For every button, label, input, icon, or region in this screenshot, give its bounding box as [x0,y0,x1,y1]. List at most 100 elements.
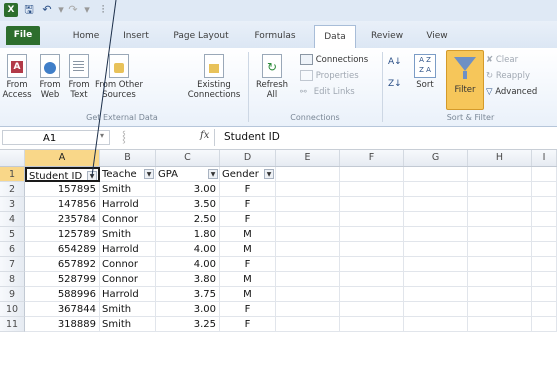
header-cell-gpa[interactable]: GPA ▼ [156,167,220,182]
customize-icon[interactable]: ⫶ [96,3,110,17]
cell-gender[interactable]: F [220,212,276,227]
column-header-d[interactable]: D [220,150,276,166]
empty-cell[interactable] [404,242,468,257]
empty-cell[interactable] [276,182,340,197]
sort-a-z-icon[interactable]: A↓ [388,56,402,68]
from-text-button[interactable]: From Text [66,54,92,100]
cell-student-id[interactable]: 528799 [25,272,100,287]
empty-cell[interactable] [468,227,532,242]
row-header[interactable]: 9 [0,287,25,302]
empty-cell[interactable] [276,167,340,182]
cell-teacher[interactable]: Connor [100,257,156,272]
empty-cell[interactable] [340,212,404,227]
redo-dropdown-icon[interactable]: ▾ [80,3,94,17]
empty-cell[interactable] [468,197,532,212]
cell-gpa[interactable]: 1.80 [156,227,220,242]
tab-data[interactable]: Data [314,25,356,48]
empty-cell[interactable] [276,242,340,257]
empty-cell[interactable] [468,212,532,227]
cell-gender[interactable]: F [220,302,276,317]
column-header-a[interactable]: A [25,150,100,166]
cell-gender[interactable]: F [220,257,276,272]
redo-icon[interactable]: ↷ [66,3,80,17]
function-icon[interactable]: fx [200,130,209,141]
from-access-button[interactable]: A From Access [2,54,32,100]
filter-dropdown-icon[interactable]: ▼ [144,169,154,179]
empty-cell[interactable] [532,272,557,287]
refresh-all-button[interactable]: ↻ Refresh All [254,54,290,100]
empty-cell[interactable] [468,182,532,197]
cell-gpa[interactable]: 2.50 [156,212,220,227]
empty-cell[interactable] [532,242,557,257]
column-header-f[interactable]: F [340,150,404,166]
empty-cell[interactable] [404,182,468,197]
clear-button[interactable]: ✘ Clear [486,54,518,66]
select-all-corner[interactable] [0,150,25,166]
column-header-g[interactable]: G [404,150,468,166]
empty-cell[interactable] [404,227,468,242]
column-header-e[interactable]: E [276,150,340,166]
row-header[interactable]: 8 [0,272,25,287]
cell-student-id[interactable]: 367844 [25,302,100,317]
cell-gpa[interactable]: 3.80 [156,272,220,287]
empty-cell[interactable] [468,257,532,272]
empty-cell[interactable] [532,257,557,272]
tab-view[interactable]: View [418,27,456,45]
name-box[interactable]: A1 [2,130,110,145]
cell-teacher[interactable]: Smith [100,182,156,197]
row-header[interactable]: 4 [0,212,25,227]
row-header[interactable]: 2 [0,182,25,197]
cell-student-id[interactable]: 235784 [25,212,100,227]
cell-student-id[interactable]: 147856 [25,197,100,212]
advanced-button[interactable]: ▽ Advanced [486,86,537,98]
header-cell-gender[interactable]: Gender ▼ [220,167,276,182]
header-cell-student-id[interactable]: Student ID ▼ [25,167,100,182]
empty-cell[interactable] [468,167,532,182]
tab-formulas[interactable]: Formulas [248,27,302,45]
empty-cell[interactable] [532,302,557,317]
edit-links-button[interactable]: ⚯ Edit Links [300,86,355,98]
reapply-button[interactable]: ↻ Reapply [486,70,530,82]
from-other-sources-button[interactable]: From Other Sources [94,54,144,100]
empty-cell[interactable] [404,212,468,227]
empty-cell[interactable] [340,227,404,242]
empty-cell[interactable] [468,242,532,257]
empty-cell[interactable] [404,257,468,272]
cell-gender[interactable]: F [220,317,276,332]
tab-file[interactable]: File [6,26,40,45]
row-header[interactable]: 5 [0,227,25,242]
tab-review[interactable]: Review [364,27,410,45]
save-icon[interactable]: 🖫 [22,3,36,17]
empty-cell[interactable] [276,317,340,332]
empty-cell[interactable] [340,242,404,257]
empty-cell[interactable] [532,227,557,242]
cell-student-id[interactable]: 125789 [25,227,100,242]
empty-cell[interactable] [404,167,468,182]
cell-teacher[interactable]: Harrold [100,242,156,257]
empty-cell[interactable] [276,197,340,212]
filter-dropdown-icon[interactable]: ▼ [87,171,97,180]
empty-cell[interactable] [404,272,468,287]
empty-cell[interactable] [340,287,404,302]
properties-button[interactable]: Properties [300,70,359,82]
empty-cell[interactable] [468,317,532,332]
empty-cell[interactable] [276,257,340,272]
empty-cell[interactable] [340,272,404,287]
empty-cell[interactable] [532,317,557,332]
cell-gender[interactable]: M [220,272,276,287]
cell-teacher[interactable]: Smith [100,227,156,242]
cell-gender[interactable]: M [220,242,276,257]
row-header[interactable]: 6 [0,242,25,257]
tab-page-layout[interactable]: Page Layout [166,27,236,45]
cell-teacher[interactable]: Smith [100,317,156,332]
tab-home[interactable]: Home [66,27,106,45]
filter-dropdown-icon[interactable]: ▼ [264,169,274,179]
empty-cell[interactable] [276,212,340,227]
cell-gpa[interactable]: 3.50 [156,197,220,212]
cell-teacher[interactable]: Smith [100,302,156,317]
empty-cell[interactable] [276,302,340,317]
cell-student-id[interactable]: 654289 [25,242,100,257]
empty-cell[interactable] [468,302,532,317]
empty-cell[interactable] [276,227,340,242]
empty-cell[interactable] [340,182,404,197]
